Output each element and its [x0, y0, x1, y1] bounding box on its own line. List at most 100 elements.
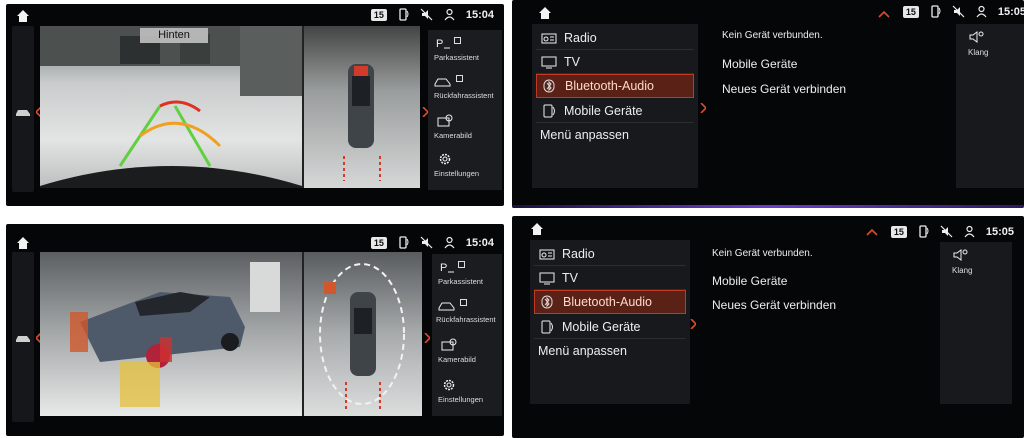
- menu-label: Menü anpassen: [538, 344, 627, 358]
- park-camera-screen-top: 15 15:04 Hinten P Parkassistent Rückfahr…: [6, 4, 504, 206]
- car-icon[interactable]: [15, 330, 31, 342]
- menu-item-menue-anpassen[interactable]: Menü anpassen: [536, 123, 694, 147]
- media-menu: Radio TV Bluetooth-Audio Mobile Geräte M…: [530, 240, 690, 404]
- assist-side-menu: P Parkassistent Rückfahrassistent Kamera…: [432, 254, 502, 416]
- menu-item-menue-anpassen[interactable]: Menü anpassen: [534, 339, 686, 363]
- menu-label: Radio: [564, 30, 597, 45]
- checkbox[interactable]: [456, 75, 463, 82]
- option-neues-geraet-verbinden[interactable]: Neues Gerät verbinden: [712, 298, 836, 312]
- clock: 15:05: [997, 5, 1024, 18]
- speaker-icon: [968, 30, 984, 44]
- menu-item-rueckfahrassistent[interactable]: Rückfahrassistent: [432, 296, 502, 324]
- camera-view-label: Hinten: [140, 28, 208, 43]
- checkbox[interactable]: [454, 37, 461, 44]
- rear-camera-view: Hinten: [40, 26, 302, 188]
- option-neues-geraet-verbinden[interactable]: Neues Gerät verbinden: [722, 82, 846, 96]
- menu-item-tv[interactable]: TV: [534, 266, 686, 290]
- user-icon: [443, 236, 456, 249]
- menu-item-radio[interactable]: Radio: [534, 242, 686, 266]
- menu-label: Einstellungen: [434, 169, 480, 178]
- menu-item-mobile-geraete[interactable]: Mobile Geräte: [534, 315, 686, 339]
- message-badge[interactable]: 15: [890, 225, 907, 238]
- camera-icon: [440, 338, 458, 352]
- camera-icon: [436, 114, 454, 128]
- clock: 15:05: [985, 225, 1014, 238]
- menu-label: Rückfahrassistent: [436, 315, 496, 324]
- speaker-icon: [952, 248, 968, 262]
- clock: 15:04: [465, 236, 494, 249]
- user-icon: [963, 225, 976, 238]
- message-badge[interactable]: 15: [370, 8, 387, 21]
- menu-item-einstellungen[interactable]: Einstellungen: [428, 150, 502, 178]
- menu-label: Mobile Geräte: [564, 103, 643, 118]
- left-rail: [12, 26, 34, 192]
- mute-icon: [940, 225, 953, 238]
- status-bar: 15 15:04: [6, 224, 504, 250]
- menu-label: Menü anpassen: [540, 128, 629, 142]
- menu-item-parkassistent[interactable]: P Parkassistent: [428, 34, 502, 62]
- connected-phone-icon: [929, 5, 942, 18]
- home-icon[interactable]: [530, 222, 544, 236]
- menu-label: Radio: [562, 246, 595, 261]
- home-icon[interactable]: [538, 6, 552, 20]
- menu-item-rueckfahrassistent[interactable]: Rückfahrassistent: [428, 72, 502, 100]
- bluetooth-icon: [541, 79, 559, 93]
- park-p-icon: P: [434, 36, 452, 50]
- menu-label: TV: [564, 54, 580, 69]
- top-view-camera: [304, 252, 422, 416]
- radio-icon: [538, 247, 556, 261]
- home-icon[interactable]: [16, 236, 30, 250]
- klang-panel[interactable]: Klang: [956, 24, 1024, 188]
- reverse-car-icon: [434, 74, 452, 88]
- menu-item-mobile-geraete[interactable]: Mobile Geräte: [536, 99, 694, 123]
- park-p-icon: P: [438, 260, 456, 274]
- chevron-up-icon[interactable]: [878, 6, 890, 18]
- chevron-up-icon[interactable]: [866, 224, 878, 236]
- home-icon[interactable]: [16, 9, 30, 23]
- gear-icon: [436, 152, 454, 166]
- mute-icon: [952, 5, 965, 18]
- phone-icon: [540, 104, 558, 118]
- user-icon: [443, 8, 456, 21]
- chevron-right-icon[interactable]: [700, 100, 708, 114]
- radio-icon: [540, 31, 558, 45]
- top-view-camera: [304, 26, 420, 188]
- menu-label: Einstellungen: [438, 395, 484, 404]
- menu-item-kamerabild[interactable]: Kamerabild: [428, 112, 502, 140]
- no-device-message: Kein Gerät verbunden.: [722, 30, 823, 41]
- car-icon[interactable]: [15, 104, 31, 116]
- message-badge[interactable]: 15: [370, 236, 387, 249]
- message-badge[interactable]: 15: [902, 5, 919, 18]
- option-mobile-geraete[interactable]: Mobile Geräte: [712, 274, 787, 288]
- left-rail: [12, 252, 34, 422]
- menu-item-bluetooth-audio[interactable]: Bluetooth-Audio: [534, 290, 686, 314]
- menu-label: Kamerabild: [438, 355, 476, 364]
- option-mobile-geraete[interactable]: Mobile Geräte: [722, 57, 797, 71]
- menu-item-radio[interactable]: Radio: [536, 26, 694, 50]
- menu-label: Bluetooth-Audio: [565, 79, 654, 93]
- svg-text:P: P: [436, 38, 443, 50]
- menu-item-einstellungen[interactable]: Einstellungen: [432, 376, 502, 404]
- checkbox[interactable]: [458, 261, 465, 268]
- tv-icon: [540, 55, 558, 69]
- park-camera-screen-bottom: 15 15:04 P Parkassistent Rückfahrassiste…: [6, 224, 504, 436]
- connected-phone-icon: [397, 236, 410, 249]
- mute-icon: [420, 8, 433, 21]
- menu-label: Parkassistent: [438, 277, 484, 286]
- menu-item-parkassistent[interactable]: P Parkassistent: [432, 258, 502, 286]
- user-icon: [975, 5, 988, 18]
- menu-item-kamerabild[interactable]: Kamerabild: [432, 336, 502, 364]
- chevron-right-icon[interactable]: [690, 316, 698, 330]
- connected-phone-icon: [397, 8, 410, 21]
- status-bar: 15 15:05: [512, 0, 1024, 24]
- klang-panel[interactable]: Klang: [940, 242, 1012, 404]
- menu-label: Rückfahrassistent: [434, 91, 494, 100]
- menu-item-tv[interactable]: TV: [536, 50, 694, 74]
- klang-label: Klang: [968, 48, 989, 57]
- reverse-car-icon: [438, 298, 456, 312]
- klang-label: Klang: [952, 266, 973, 275]
- ambient-light: [512, 205, 1024, 208]
- checkbox[interactable]: [460, 299, 467, 306]
- chevron-right-icon[interactable]: [424, 330, 432, 344]
- menu-item-bluetooth-audio[interactable]: Bluetooth-Audio: [536, 74, 694, 98]
